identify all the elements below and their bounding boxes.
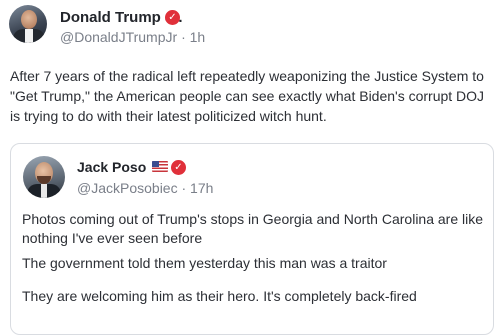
flag-canton bbox=[152, 161, 159, 167]
us-flag-icon bbox=[152, 161, 168, 172]
author-avatar[interactable] bbox=[9, 5, 47, 43]
post-body: After 7 years of the radical left repeat… bbox=[10, 68, 485, 124]
quoted-author-avatar[interactable] bbox=[23, 156, 65, 198]
quoted-author-handle: @JackPosobiec bbox=[77, 180, 178, 196]
quoted-paragraph: The government told them yesterday this … bbox=[22, 255, 387, 271]
quoted-author-handle-line[interactable]: @JackPosobiec · 17h bbox=[77, 180, 213, 196]
separator-dot: · bbox=[181, 180, 187, 196]
avatar-beard bbox=[37, 176, 51, 184]
separator-dot: · bbox=[181, 29, 186, 45]
author-handle-line[interactable]: @DonaldJTrumpJr · 1h bbox=[60, 29, 205, 45]
quoted-paragraph: Photos coming out of Trump's stops in Ge… bbox=[22, 211, 484, 246]
author-handle: @DonaldJTrumpJr bbox=[60, 29, 178, 45]
avatar-face bbox=[21, 10, 37, 29]
verified-badge-icon: ✓ bbox=[171, 160, 186, 175]
verified-badge-icon: ✓ bbox=[165, 10, 180, 25]
post-time[interactable]: 1h bbox=[190, 29, 206, 45]
post: Donald Trump Jr. ✓ @DonaldJTrumpJr · 1h … bbox=[0, 0, 500, 335]
quoted-author-name[interactable]: Jack Poso bbox=[77, 159, 146, 175]
quoted-paragraph: They are welcoming him as their hero. It… bbox=[22, 288, 417, 304]
avatar-shirt bbox=[25, 29, 33, 43]
quoted-post[interactable]: Jack Poso ✓ @JackPosobiec · 17h Photos c… bbox=[10, 143, 494, 335]
avatar-shirt bbox=[41, 184, 47, 198]
quoted-post-time[interactable]: 17h bbox=[190, 180, 213, 196]
